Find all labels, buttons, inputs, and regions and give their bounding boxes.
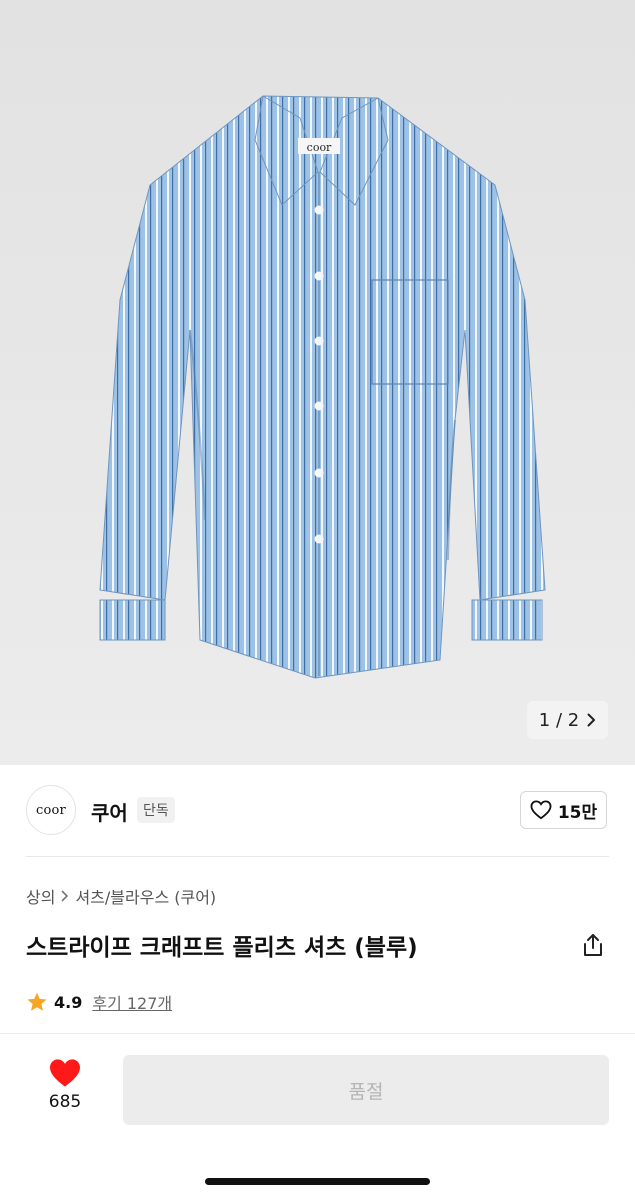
breadcrumb-item-category[interactable]: 셔츠/블라우스 (쿠어) xyxy=(75,884,216,908)
seller-row: coor 쿠어 단독 15만 xyxy=(0,765,635,857)
rating-score: 4.9 xyxy=(54,992,83,1012)
action-bar-divider xyxy=(0,1033,635,1034)
seller-logo-text: coor xyxy=(36,802,66,818)
chevron-right-icon xyxy=(62,890,69,902)
breadcrumb: 상의 셔츠/블라우스 (쿠어) xyxy=(26,884,216,908)
product-title: 스트라이프 크래프트 플리츠 셔츠 (블루) xyxy=(26,935,418,961)
heart-outline-icon xyxy=(530,800,552,820)
home-indicator xyxy=(205,1178,430,1185)
image-pager[interactable]: 1 / 2 xyxy=(527,701,608,739)
seller-like-button[interactable]: 15만 xyxy=(520,791,607,829)
seller-logo[interactable]: coor xyxy=(26,785,76,835)
seller-name[interactable]: 쿠어 xyxy=(91,797,128,826)
divider xyxy=(26,856,609,857)
wishlist-button[interactable]: 685 xyxy=(38,1058,92,1112)
sold-out-button[interactable]: 품절 xyxy=(123,1055,609,1125)
collar-label-text: coor xyxy=(307,141,332,154)
rating-row: 4.9 후기 127개 xyxy=(26,990,172,1014)
heart-filled-icon xyxy=(50,1059,80,1087)
wishlist-count: 685 xyxy=(48,1092,82,1112)
product-image: coor xyxy=(0,0,635,765)
seller-like-count: 15만 xyxy=(557,802,598,823)
review-count-link[interactable]: 후기 127개 xyxy=(92,990,172,1014)
share-icon[interactable] xyxy=(580,932,606,958)
page-indicator: 1 / 2 xyxy=(538,709,580,731)
exclusive-badge: 단독 xyxy=(137,797,175,823)
breadcrumb-item-top[interactable]: 상의 xyxy=(26,884,55,908)
chevron-right-icon[interactable] xyxy=(587,713,596,727)
product-image-gallery[interactable]: coor 1 / 2 xyxy=(0,0,635,765)
star-icon xyxy=(27,992,47,1011)
